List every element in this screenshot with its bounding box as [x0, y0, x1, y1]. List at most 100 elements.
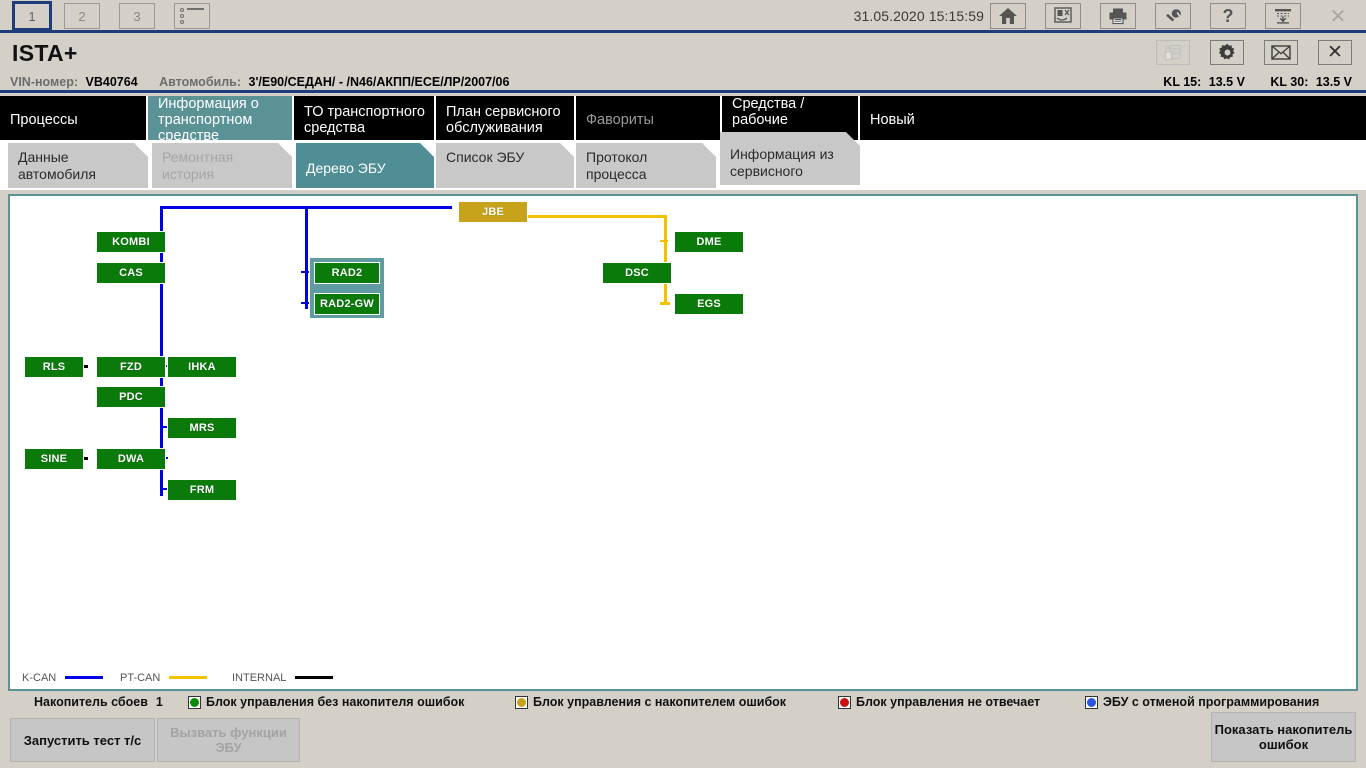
- subtab-ecu-tree[interactable]: Дерево ЭБУ: [296, 143, 434, 188]
- legend-entry-with-fault-memory-label: Блок управления с накопителем ошибок: [533, 695, 787, 709]
- tab-vehicle-maintenance-label: ТО транспортного средства: [304, 104, 425, 136]
- tools-button[interactable]: [1155, 3, 1191, 29]
- ecu-node-sine-label: SINE: [40, 453, 68, 465]
- home-button[interactable]: [990, 3, 1026, 29]
- ecu-node-egs[interactable]: EGS: [674, 293, 744, 315]
- tab-new[interactable]: Новый: [860, 96, 1010, 140]
- window-tab-1[interactable]: 1: [12, 1, 52, 31]
- ecu-node-mrs-label: MRS: [189, 422, 215, 434]
- documents-icon: [1164, 44, 1181, 60]
- subtab-service-consulting-info-label: Информация из сервисного консультировани: [730, 146, 834, 179]
- ecu-node-frm-label: FRM: [189, 484, 215, 496]
- subtab-process-protocol[interactable]: Протокол процесса: [576, 143, 716, 188]
- app-title: ISTA+: [12, 40, 78, 66]
- kl30-value: 13.5 V: [1315, 75, 1352, 89]
- settings-gear-icon: [1218, 43, 1235, 60]
- legend-entry-not-responding: Блок управления не отвечает: [838, 695, 1040, 709]
- tab-processes[interactable]: Процессы: [0, 96, 148, 140]
- ecu-node-fzd[interactable]: FZD: [96, 356, 166, 378]
- ecu-node-cas-label: CAS: [119, 267, 143, 279]
- kcan-stub-rad2gw: [301, 302, 309, 304]
- ecu-node-dsc[interactable]: DSC: [602, 262, 672, 284]
- ecu-node-dwa-label: DWA: [117, 453, 145, 465]
- ecu-node-rad2-gw-label: RAD2-GW: [320, 298, 374, 310]
- tab-vehicle-maintenance[interactable]: ТО транспортного средства: [294, 96, 436, 140]
- documents-button[interactable]: [1156, 40, 1190, 65]
- legend-dot-blue-box: [1085, 695, 1098, 709]
- run-vehicle-test-button-label: Запустить тест т/с: [23, 732, 142, 748]
- subtab-repair-history[interactable]: Ремонтная история: [152, 143, 292, 188]
- window-close-button[interactable]: ✕: [1320, 3, 1356, 29]
- tab-vehicle-information-label: Информация о транспортном средстве: [158, 96, 259, 140]
- legend-dot-blue: [1087, 697, 1096, 707]
- main-tab-bar: Процессы Информация о транспортном средс…: [0, 96, 1366, 140]
- ecu-node-kombi[interactable]: KOMBI: [96, 231, 166, 253]
- window-tab-1-label: 1: [28, 8, 36, 24]
- vehicle-identification-button[interactable]: [1045, 3, 1081, 29]
- bus-legend-internal: INTERNAL: [232, 672, 334, 684]
- run-vehicle-test-button[interactable]: Запустить тест т/с: [10, 718, 155, 762]
- tab-vehicle-information[interactable]: Информация о транспортном средстве: [148, 96, 294, 140]
- window-tab-3[interactable]: 3: [119, 3, 155, 29]
- window-tab-3-label: 3: [133, 8, 141, 24]
- minimize-button[interactable]: [1265, 3, 1301, 29]
- ecu-node-rls-label: RLS: [42, 361, 66, 373]
- show-fault-memory-button[interactable]: Показать накопитель ошибок: [1211, 712, 1356, 762]
- legend-dot-green: [190, 697, 199, 707]
- window-tab-2[interactable]: 2: [64, 3, 100, 29]
- legend-dot-green-box: [188, 695, 201, 709]
- bus-legend-kcan: K-CAN: [22, 672, 104, 684]
- kl15-label: KL 15:: [1163, 75, 1202, 89]
- ecu-node-frm[interactable]: FRM: [167, 479, 237, 501]
- help-icon: ?: [1222, 5, 1234, 26]
- ecu-node-rad2[interactable]: RAD2: [314, 262, 380, 284]
- settings-button[interactable]: [1210, 40, 1244, 65]
- legend-entry-no-fault-memory: Блок управления без накопителя ошибок: [188, 695, 464, 709]
- ecu-node-dwa[interactable]: DWA: [96, 448, 166, 470]
- ecu-node-sine[interactable]: SINE: [24, 448, 84, 470]
- app-title-bar: ISTA+ ✕: [0, 36, 1366, 69]
- ecu-node-rad2-gw[interactable]: RAD2-GW: [314, 293, 380, 315]
- ecu-node-rls[interactable]: RLS: [24, 356, 84, 378]
- kl15-value: 13.5 V: [1208, 75, 1245, 89]
- bus-legend-ptcan-label: PT-CAN: [120, 672, 161, 684]
- tab-favorites[interactable]: Фавориты: [576, 96, 722, 140]
- ecu-node-jbe[interactable]: JBE: [458, 201, 528, 223]
- print-button[interactable]: [1100, 3, 1136, 29]
- subtab-service-consulting-info[interactable]: Информация из сервисного консультировани: [720, 132, 860, 185]
- ecu-node-egs-label: EGS: [697, 298, 721, 310]
- voltage-group: KL 15: 13.5 V KL 30: 13.5 V: [1163, 75, 1356, 89]
- tab-service-plan[interactable]: План сервисного обслуживания: [436, 96, 576, 140]
- legend-dot-red: [840, 697, 849, 707]
- ptcan-stub-dme: [660, 240, 668, 242]
- ecu-node-pdc-label: PDC: [119, 391, 143, 403]
- vin-bar: VIN-номер: VB40764 Автомобиль: 3'/E90/СЕ…: [0, 71, 1366, 93]
- vehicle-label: Автомобиль:: [159, 75, 242, 89]
- ecu-node-cas[interactable]: CAS: [96, 262, 166, 284]
- fault-memory-label: Накопитель сбоев: [34, 695, 148, 709]
- list-icon: [180, 8, 204, 24]
- call-ecu-functions-button[interactable]: Вызвать функции ЭБУ: [157, 718, 300, 762]
- ptcan-line-swatch: [169, 675, 208, 679]
- subtab-ecu-tree-label: Дерево ЭБУ: [306, 160, 386, 176]
- vin-label: VIN-номер:: [10, 75, 79, 89]
- kl30-label: KL 30:: [1270, 75, 1309, 89]
- ptcan-bus-top: [519, 215, 667, 218]
- subtab-vehicle-data[interactable]: Данные автомобиля: [8, 143, 148, 188]
- subtab-ecu-list[interactable]: Список ЭБУ: [436, 143, 574, 188]
- subtab-vehicle-data-label: Данные автомобиля: [18, 149, 96, 182]
- ecu-node-dme[interactable]: DME: [674, 231, 744, 253]
- ecu-node-pdc[interactable]: PDC: [96, 386, 166, 408]
- window-list-button[interactable]: [174, 3, 210, 29]
- legend-entry-not-responding-label: Блок управления не отвечает: [856, 695, 1041, 709]
- ecu-node-ihka-label: IHKA: [188, 361, 216, 373]
- app-close-button[interactable]: ✕: [1318, 40, 1352, 65]
- ecu-tree-panel: KOMBI CAS RLS FZD PDC SINE DWA IHKA MRS …: [8, 194, 1358, 691]
- mail-button[interactable]: [1264, 40, 1298, 65]
- help-button[interactable]: ?: [1210, 3, 1246, 29]
- ecu-node-mrs[interactable]: MRS: [167, 417, 237, 439]
- close-icon: ✕: [1329, 5, 1347, 28]
- print-icon: [1109, 8, 1127, 25]
- clock: 31.05.2020 15:15:59: [853, 8, 984, 24]
- ecu-node-ihka[interactable]: IHKA: [167, 356, 237, 378]
